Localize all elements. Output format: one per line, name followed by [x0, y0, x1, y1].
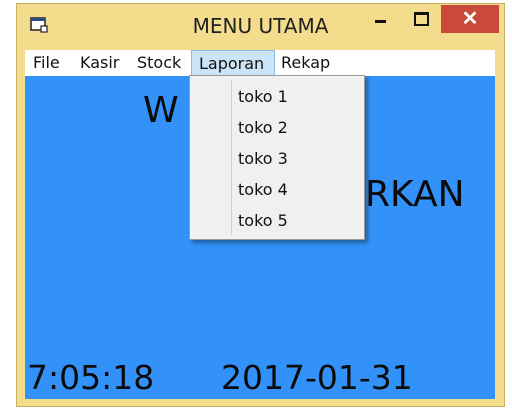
welcome-text-right: RKAN: [365, 174, 465, 215]
maximize-button[interactable]: [403, 6, 439, 34]
menu-gutter-divider: [231, 80, 232, 235]
menu-kasir[interactable]: Kasir: [80, 50, 124, 76]
clock-time: 7:05:18: [27, 358, 155, 397]
clock-date: 2017-01-31: [221, 358, 413, 397]
title-bar[interactable]: MENU UTAMA ✕: [17, 4, 504, 46]
menu-item-toko-3[interactable]: toko 3: [238, 147, 288, 171]
menu-item-toko-4[interactable]: toko 4: [238, 178, 288, 202]
menu-bar: File Kasir Stock Laporan Rekap: [25, 50, 495, 76]
menu-item-toko-2[interactable]: toko 2: [238, 116, 288, 140]
menu-file[interactable]: File: [33, 50, 67, 76]
welcome-text-left: W: [143, 90, 179, 131]
menu-stock[interactable]: Stock: [137, 50, 185, 76]
menu-item-toko-5[interactable]: toko 5: [238, 209, 288, 233]
laporan-dropdown-menu: toko 1 toko 2 toko 3 toko 4 toko 5: [189, 75, 365, 240]
menu-rekap[interactable]: Rekap: [281, 50, 333, 76]
minimize-button[interactable]: [363, 6, 399, 34]
close-button[interactable]: ✕: [441, 5, 499, 33]
menu-item-toko-1[interactable]: toko 1: [238, 85, 288, 109]
menu-laporan[interactable]: Laporan: [191, 50, 275, 76]
